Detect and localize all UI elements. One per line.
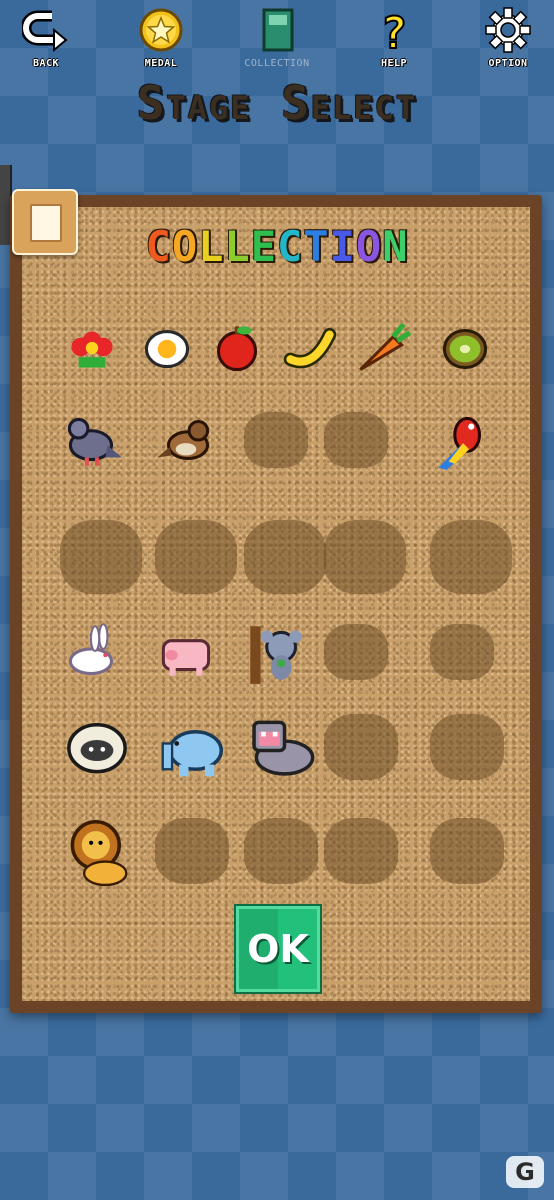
title-letter: E [250, 222, 277, 271]
silhouette-shape [155, 818, 229, 884]
book-icon [253, 6, 301, 54]
collection-label: COLLECTION [244, 58, 310, 69]
screen-title: Stage Select [136, 76, 418, 130]
locked-item-silhouette[interactable] [320, 404, 392, 476]
watermark-logo: G [506, 1156, 544, 1188]
silhouette-shape [324, 520, 406, 594]
title-letter: N [382, 222, 409, 271]
title-letter: L [224, 222, 251, 271]
locked-item-silhouette[interactable] [320, 512, 410, 602]
locked-item-silhouette[interactable] [240, 512, 330, 602]
locked-item-silhouette[interactable] [426, 616, 498, 688]
pigeon-icon[interactable] [56, 404, 128, 476]
egg-icon[interactable] [131, 312, 203, 384]
silhouette-shape [244, 818, 318, 884]
silhouette-shape [324, 818, 398, 884]
sparrow-icon[interactable] [151, 404, 223, 476]
apple-icon[interactable] [201, 312, 273, 384]
silhouette-shape [430, 818, 504, 884]
flower-icon[interactable] [56, 312, 128, 384]
locked-item-silhouette[interactable] [240, 810, 322, 892]
locked-item-silhouette[interactable] [56, 512, 146, 602]
back-button[interactable]: BACK [6, 6, 86, 72]
rabbit-icon[interactable] [56, 616, 128, 688]
locked-item-silhouette[interactable] [426, 512, 516, 602]
silhouette-shape [430, 520, 512, 594]
title-letter: C [145, 222, 172, 271]
silhouette-shape [324, 624, 388, 680]
banana-icon[interactable] [274, 312, 346, 384]
locked-item-silhouette[interactable] [320, 706, 402, 788]
title-letter: C [277, 222, 304, 271]
silhouette-shape [244, 520, 326, 594]
koala-icon[interactable] [240, 616, 312, 688]
collection-button[interactable]: COLLECTION [237, 6, 317, 72]
title-letter: T [303, 222, 330, 271]
pig-icon[interactable] [151, 616, 223, 688]
carrot-icon[interactable] [346, 312, 418, 384]
back-label: BACK [32, 58, 60, 69]
title-letter: O [171, 222, 199, 271]
hippo-icon[interactable] [240, 706, 322, 788]
title-letter: I [329, 222, 356, 271]
silhouette-shape [155, 520, 237, 594]
silhouette-shape [244, 412, 308, 468]
kiwi-icon[interactable] [429, 312, 501, 384]
svg-text:?: ? [381, 8, 408, 54]
elephant-icon[interactable] [151, 706, 233, 788]
help-button[interactable]: ? HELP [354, 6, 434, 72]
locked-item-silhouette[interactable] [426, 810, 508, 892]
locked-item-silhouette[interactable] [426, 706, 508, 788]
title-letter: O [355, 222, 383, 271]
question-icon: ? [370, 6, 418, 60]
title-letter: L [198, 222, 225, 271]
option-button[interactable]: OPTION [468, 6, 548, 72]
ok-button[interactable]: OK [234, 904, 322, 994]
silhouette-shape [324, 412, 388, 468]
sheep-icon[interactable] [56, 706, 138, 788]
collection-title: COLLECTION [0, 222, 554, 271]
medal-button[interactable]: MEDAL [121, 6, 201, 72]
parrot-icon[interactable] [426, 404, 498, 476]
medal-icon [137, 6, 185, 54]
locked-item-silhouette[interactable] [320, 616, 392, 688]
locked-item-silhouette[interactable] [320, 810, 402, 892]
medal-label: MEDAL [144, 58, 178, 69]
top-nav: BACK MEDAL COLLECTION ? HELP OPTION [0, 0, 554, 75]
option-label: OPTION [488, 58, 528, 69]
gear-icon [484, 6, 532, 54]
silhouette-shape [430, 624, 494, 680]
help-label: HELP [380, 58, 408, 69]
lion-icon[interactable] [56, 810, 138, 892]
silhouette-shape [430, 714, 504, 780]
locked-item-silhouette[interactable] [151, 512, 241, 602]
back-arrow-icon [20, 6, 70, 54]
locked-item-silhouette[interactable] [151, 810, 233, 892]
silhouette-shape [324, 714, 398, 780]
locked-item-silhouette[interactable] [240, 404, 312, 476]
silhouette-shape [60, 520, 142, 594]
